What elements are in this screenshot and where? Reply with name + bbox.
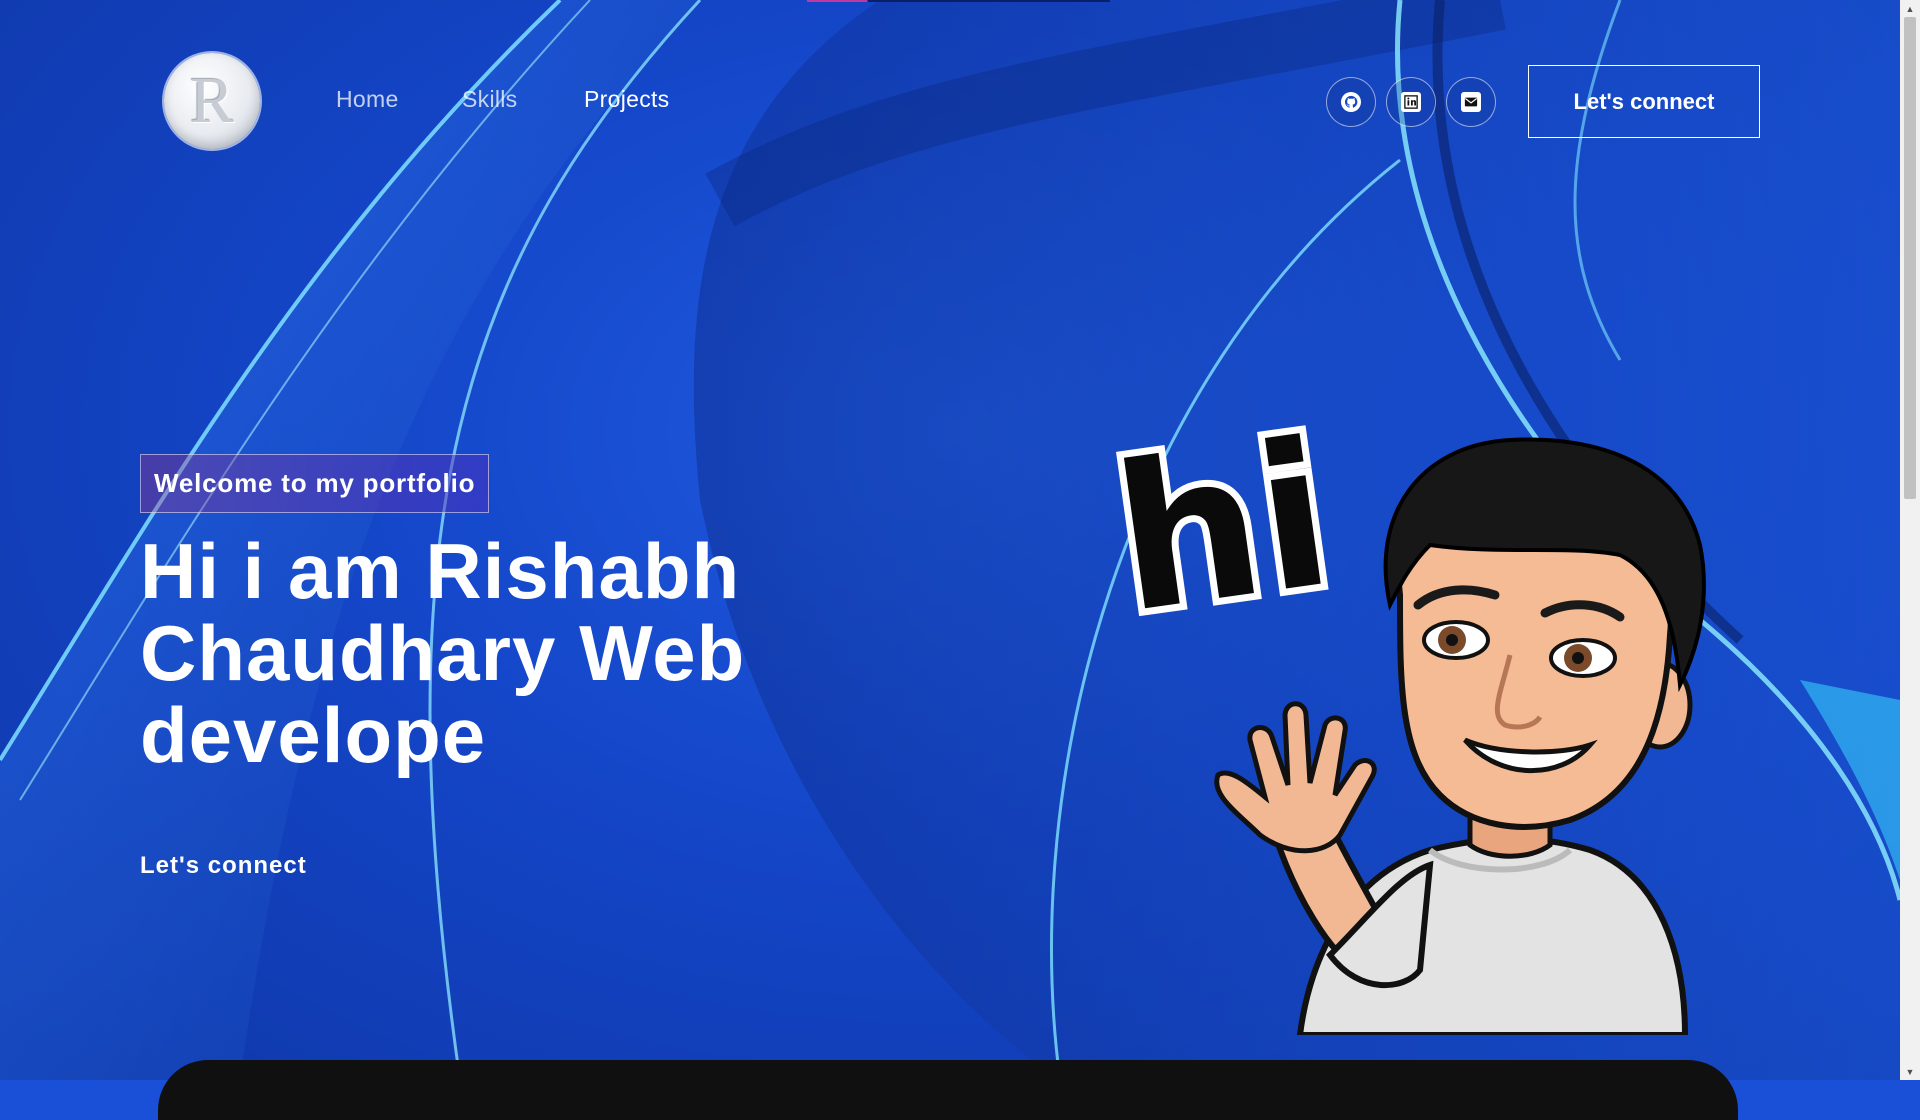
- linkedin-icon: [1401, 92, 1421, 112]
- skills-section-top: [158, 1060, 1738, 1120]
- scrollbar[interactable]: ▲ ▼: [1900, 0, 1920, 1080]
- navbar: R Home Skills Projects Let's connect: [0, 0, 1900, 200]
- scroll-down-icon[interactable]: ▼: [1900, 1063, 1920, 1080]
- hero-title: Hi i am Rishabh Chaudhary Web develope: [140, 527, 746, 779]
- nav-link-projects[interactable]: Projects: [584, 86, 669, 113]
- welcome-tagline: Welcome to my portfolio: [140, 454, 490, 513]
- mail-icon: [1461, 92, 1481, 112]
- hi-sticker: hi: [1103, 398, 1344, 658]
- email-button[interactable]: [1446, 77, 1496, 127]
- nav-link-home[interactable]: Home: [336, 86, 399, 113]
- logo-letter: R: [189, 64, 235, 137]
- nav-link-skills[interactable]: Skills: [462, 86, 517, 113]
- scroll-up-icon[interactable]: ▲: [1900, 0, 1920, 17]
- scroll-thumb[interactable]: [1904, 17, 1916, 499]
- linkedin-button[interactable]: [1386, 77, 1436, 127]
- hero-connect-button[interactable]: Let's connect: [140, 852, 307, 880]
- logo[interactable]: R: [164, 53, 260, 149]
- github-icon: [1341, 92, 1361, 112]
- github-button[interactable]: [1326, 77, 1376, 127]
- avatar-illustration: hi hi: [1096, 391, 1750, 1038]
- nav-connect-button[interactable]: Let's connect: [1528, 65, 1760, 138]
